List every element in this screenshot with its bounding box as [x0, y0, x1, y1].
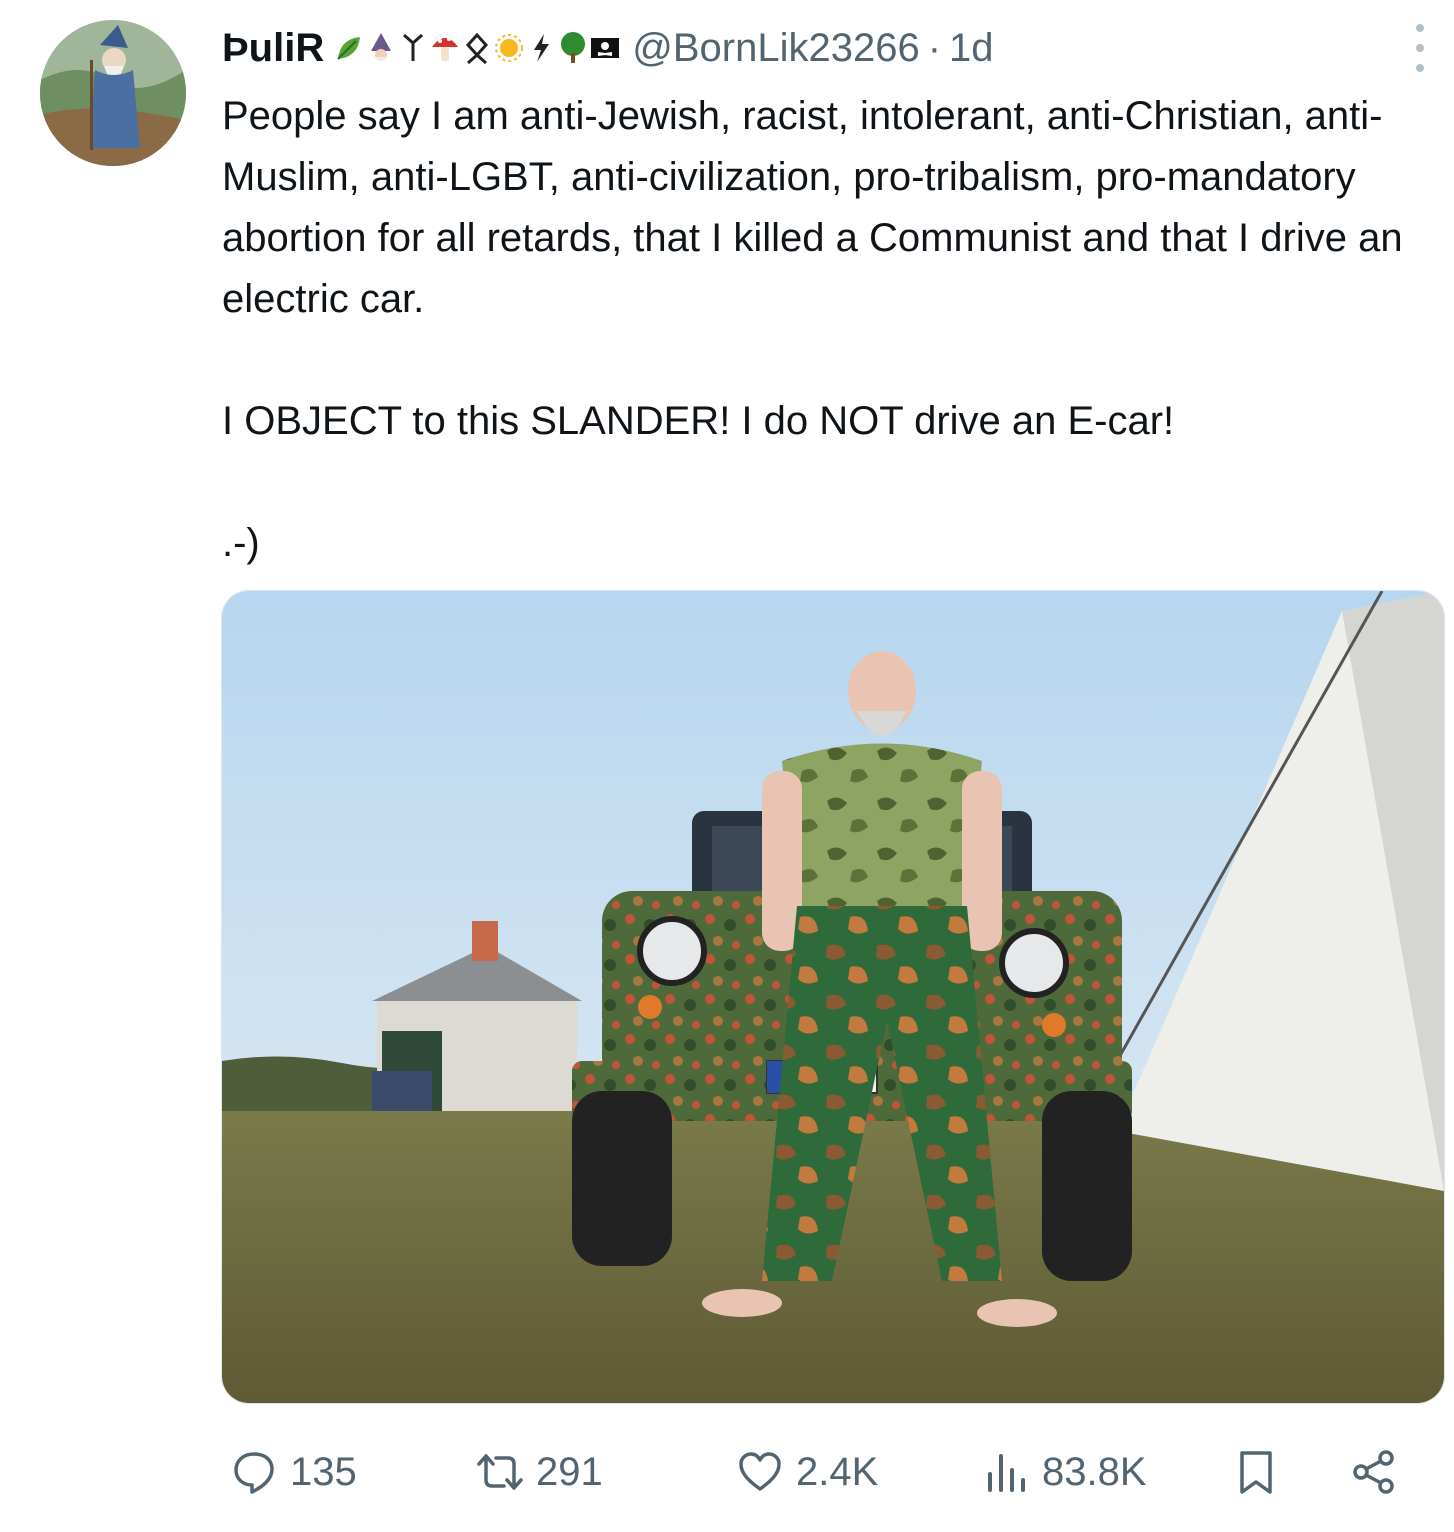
bookmark-button[interactable]: [1232, 1448, 1280, 1496]
display-name[interactable]: ÞuliR: [222, 26, 324, 71]
othala-rune-icon: [466, 32, 489, 65]
separator-dot: ·: [927, 25, 942, 70]
analytics-icon: [988, 1454, 1025, 1492]
photo-scene: [222, 591, 1444, 1403]
name-emoji-row: [334, 31, 620, 65]
repost-count: 291: [536, 1449, 603, 1494]
mushroom-icon: [432, 37, 459, 61]
more-options-icon[interactable]: [1408, 24, 1432, 72]
like-count: 2.4K: [796, 1449, 879, 1494]
post-photo[interactable]: [221, 590, 1445, 1404]
post-header: ÞuliR @BornLik23266 · 1d: [222, 22, 1434, 74]
avatar-image: [40, 20, 186, 166]
reply-count: 135: [290, 1449, 357, 1494]
tree-icon: [561, 32, 586, 63]
post-text: People say I am anti-Jewish, racist, int…: [222, 86, 1442, 574]
timestamp[interactable]: 1d: [949, 26, 994, 71]
rune-icon: [403, 33, 424, 61]
leaf-icon: [337, 37, 361, 60]
post-text-paragraph-2: I OBJECT to this SLANDER! I do NOT drive…: [222, 399, 1175, 443]
view-count: 83.8K: [1042, 1449, 1147, 1494]
reply-button[interactable]: 135: [230, 1448, 357, 1496]
views-button[interactable]: 83.8K: [982, 1448, 1147, 1496]
repost-icon: [477, 1454, 523, 1490]
lightning-icon: [534, 34, 550, 62]
user-handle[interactable]: @BornLik23266: [632, 26, 919, 71]
action-bar: 135 291 2.4K 83.8K: [222, 1440, 1432, 1520]
share-icon: [1353, 1450, 1394, 1494]
repost-button[interactable]: 291: [476, 1448, 603, 1496]
heart-icon: [739, 1452, 781, 1491]
like-button[interactable]: 2.4K: [736, 1448, 878, 1496]
post-text-paragraph-1: People say I am anti-Jewish, racist, int…: [222, 94, 1414, 321]
sun-icon: [495, 34, 524, 62]
post-text-paragraph-3: .-): [222, 521, 260, 565]
bookmark-icon: [1240, 1451, 1272, 1494]
reply-icon: [234, 1452, 274, 1494]
pirate-flag-icon: [591, 38, 620, 58]
share-button[interactable]: [1350, 1448, 1398, 1496]
wizard-icon: [371, 33, 392, 61]
avatar[interactable]: [40, 20, 186, 166]
